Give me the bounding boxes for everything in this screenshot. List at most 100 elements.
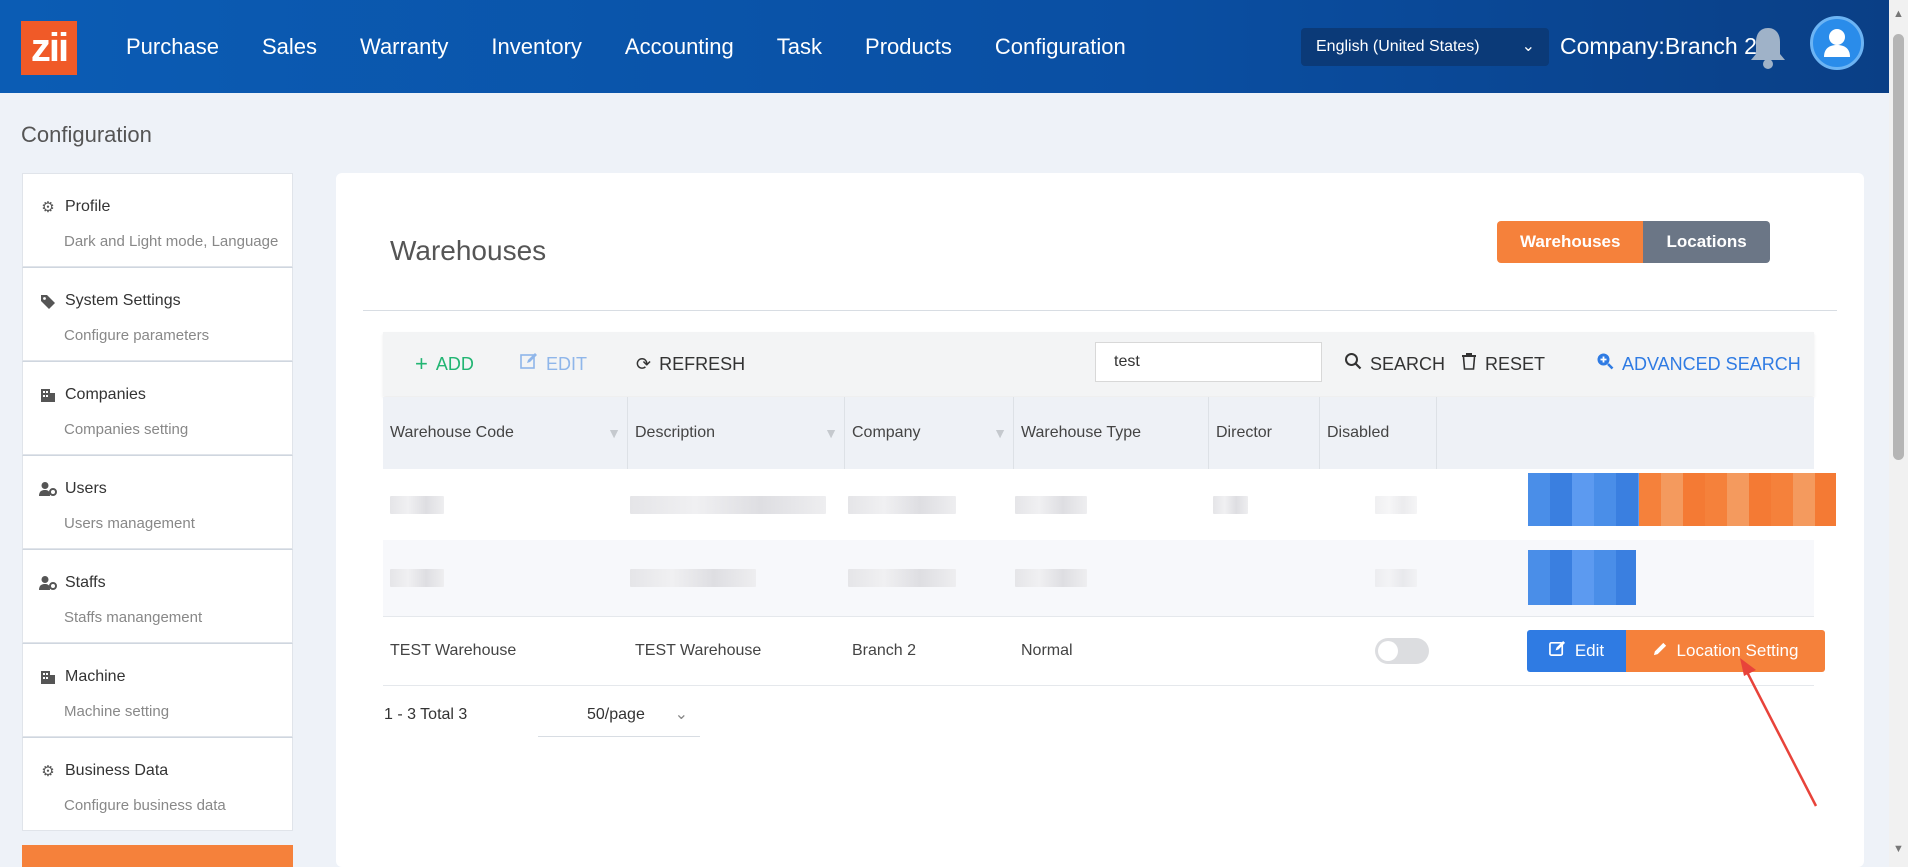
redacted-cell	[1015, 569, 1087, 587]
table-row[interactable]	[383, 469, 1836, 540]
page-title: Configuration	[21, 122, 152, 147]
nav-configuration[interactable]: Configuration	[995, 34, 1126, 60]
config-sidebar: ⚙ Profile Dark and Light mode, Language S…	[22, 173, 293, 831]
nav-accounting[interactable]: Accounting	[625, 34, 734, 60]
column-header-director[interactable]: Director	[1209, 397, 1320, 469]
sidebar-item-label: Companies	[65, 386, 146, 403]
column-label: Director	[1216, 424, 1273, 441]
redacted-edit-button[interactable]	[1528, 473, 1639, 526]
nav-products[interactable]: Products	[865, 34, 952, 60]
filter-icon[interactable]: ▼	[824, 397, 838, 469]
add-label: ADD	[435, 354, 474, 374]
sidebar-item-subtitle: Users management	[64, 515, 195, 532]
search-input[interactable]	[1095, 342, 1322, 382]
search-icon	[1344, 332, 1362, 396]
main-nav: Purchase Sales Warranty Inventory Accoun…	[126, 0, 1169, 93]
column-header-company[interactable]: Company ▼	[845, 397, 1014, 469]
column-header-warehouse-type[interactable]: Warehouse Type	[1014, 397, 1209, 469]
sidebar-item-business-data[interactable]: ⚙ Business Data Configure business data	[22, 737, 293, 831]
sidebar-item-label: System Settings	[65, 292, 181, 309]
redacted-cell	[848, 569, 956, 587]
refresh-icon: ⟳	[636, 354, 652, 374]
cell-description: TEST Warehouse	[635, 642, 762, 659]
sidebar-item-users[interactable]: Users Users management	[22, 455, 293, 549]
sidebar-item-label: Staffs	[65, 574, 106, 591]
gear-icon: ⚙	[41, 199, 55, 216]
column-label: Disabled	[1327, 424, 1390, 441]
sidebar-item-system-settings[interactable]: System Settings Configure parameters	[22, 267, 293, 361]
row-edit-button[interactable]: Edit	[1527, 630, 1626, 672]
column-header-warehouse-code[interactable]: Warehouse Code ▼	[383, 397, 628, 469]
edit-icon	[520, 332, 538, 396]
disabled-toggle[interactable]	[1375, 638, 1429, 664]
language-value: English (United States)	[1316, 38, 1480, 55]
view-switcher: Warehouses Locations	[1497, 221, 1770, 263]
sidebar-item-subtitle: Configure business data	[64, 797, 226, 814]
table-row[interactable]: TEST Warehouse TEST Warehouse Branch 2 N…	[383, 617, 1825, 686]
redacted-location-button[interactable]	[1639, 473, 1836, 526]
redacted-cell	[390, 495, 444, 514]
user-gear-icon	[39, 480, 57, 498]
zoom-in-icon	[1596, 332, 1614, 396]
redacted-cell	[630, 495, 826, 514]
page-size-select[interactable]: 50/page ⌄	[538, 693, 700, 737]
reset-button[interactable]: RESET	[1461, 332, 1545, 396]
redacted-cell	[630, 569, 756, 587]
tab-locations[interactable]: Locations	[1643, 221, 1770, 263]
row-edit-label: Edit	[1574, 641, 1605, 660]
cell-warehouse-type: Normal	[1021, 642, 1073, 659]
refresh-button[interactable]: ⟳ REFRESH	[636, 332, 745, 396]
annotation-arrow	[1740, 658, 1818, 807]
redacted-cell	[1375, 495, 1417, 514]
refresh-label: REFRESH	[659, 354, 746, 374]
app-logo[interactable]: zii	[21, 21, 77, 75]
filter-icon[interactable]: ▼	[993, 397, 1007, 469]
scroll-up-icon[interactable]: ▲	[1893, 8, 1904, 20]
advanced-search-label: ADVANCED SEARCH	[1622, 354, 1801, 374]
nav-warranty[interactable]: Warranty	[360, 34, 448, 60]
scroll-thumb[interactable]	[1893, 34, 1904, 460]
building-icon	[39, 668, 57, 686]
advanced-search-button[interactable]: ADVANCED SEARCH	[1596, 332, 1801, 396]
search-button[interactable]: SEARCH	[1344, 332, 1445, 396]
bell-icon[interactable]	[1748, 24, 1788, 70]
nav-inventory[interactable]: Inventory	[491, 34, 582, 60]
nav-sales[interactable]: Sales	[262, 34, 317, 60]
redacted-cell	[1375, 569, 1417, 587]
sidebar-item-companies[interactable]: Companies Companies setting	[22, 361, 293, 455]
sidebar-item-staffs[interactable]: Staffs Staffs manangement	[22, 549, 293, 643]
edit-label: EDIT	[546, 354, 588, 374]
company-label[interactable]: Company:Branch 2	[1560, 0, 1757, 93]
page-scrollbar[interactable]: ▲ ▼	[1889, 0, 1908, 867]
redacted-cell	[848, 495, 956, 514]
plus-icon: +	[415, 351, 428, 376]
redacted-cell	[1213, 495, 1248, 514]
sidebar-item-subtitle: Configure parameters	[64, 327, 210, 344]
building-icon	[39, 386, 57, 404]
sidebar-item-active[interactable]	[22, 845, 293, 867]
search-label: SEARCH	[1370, 354, 1446, 374]
sidebar-item-label: Users	[65, 480, 107, 497]
sidebar-item-profile[interactable]: ⚙ Profile Dark and Light mode, Language	[22, 173, 293, 267]
cell-director	[1209, 617, 1216, 685]
language-select[interactable]: English (United States) ⌄	[1301, 28, 1549, 66]
user-icon	[1824, 29, 1850, 57]
table-row[interactable]	[383, 540, 1814, 617]
edit-button[interactable]: EDIT	[520, 332, 587, 396]
nav-purchase[interactable]: Purchase	[126, 34, 219, 60]
tab-warehouses[interactable]: Warehouses	[1497, 221, 1644, 263]
column-header-description[interactable]: Description ▼	[628, 397, 845, 469]
add-button[interactable]: + ADD	[415, 332, 474, 396]
sidebar-item-machine[interactable]: Machine Machine setting	[22, 643, 293, 737]
column-label: Company	[852, 424, 921, 441]
redacted-edit-button[interactable]	[1528, 550, 1636, 605]
trash-icon	[1461, 332, 1477, 396]
sidebar-item-subtitle: Machine setting	[64, 703, 170, 720]
sidebar-item-label: Business Data	[65, 762, 169, 779]
column-header-disabled[interactable]: Disabled	[1320, 397, 1437, 469]
nav-task[interactable]: Task	[777, 34, 822, 60]
scroll-down-icon[interactable]: ▼	[1893, 843, 1904, 855]
filter-icon[interactable]: ▼	[607, 397, 621, 469]
user-avatar[interactable]	[1810, 16, 1864, 70]
column-label: Warehouse Code	[390, 424, 514, 441]
